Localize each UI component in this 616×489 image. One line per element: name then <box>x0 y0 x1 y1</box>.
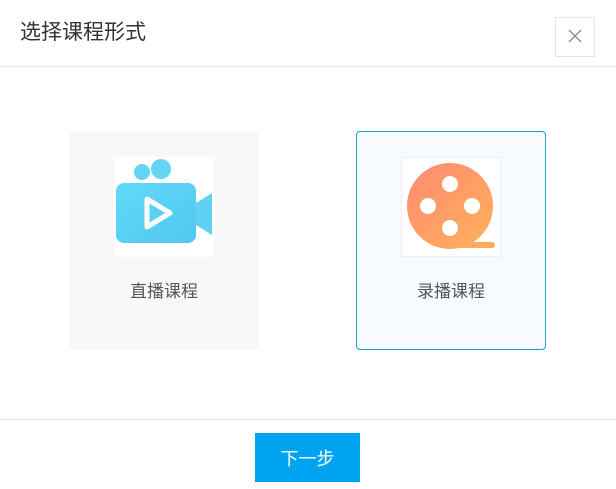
option-label-live: 直播课程 <box>130 282 198 302</box>
option-card-recorded[interactable]: 录播课程 <box>356 131 546 350</box>
dialog-header: 选择课程形式 <box>0 0 616 67</box>
close-button[interactable] <box>555 17 595 57</box>
course-type-dialog: 选择课程形式 直播课程 录播课程 下一步 <box>0 0 616 489</box>
film-reel-icon <box>401 157 501 257</box>
option-card-live[interactable]: 直播课程 <box>69 131 259 350</box>
video-camera-icon <box>114 157 214 257</box>
dialog-title: 选择课程形式 <box>20 20 146 44</box>
next-step-button[interactable]: 下一步 <box>255 433 360 482</box>
close-icon <box>568 28 582 47</box>
dialog-footer: 下一步 <box>0 419 616 489</box>
option-label-recorded: 录播课程 <box>417 282 485 302</box>
